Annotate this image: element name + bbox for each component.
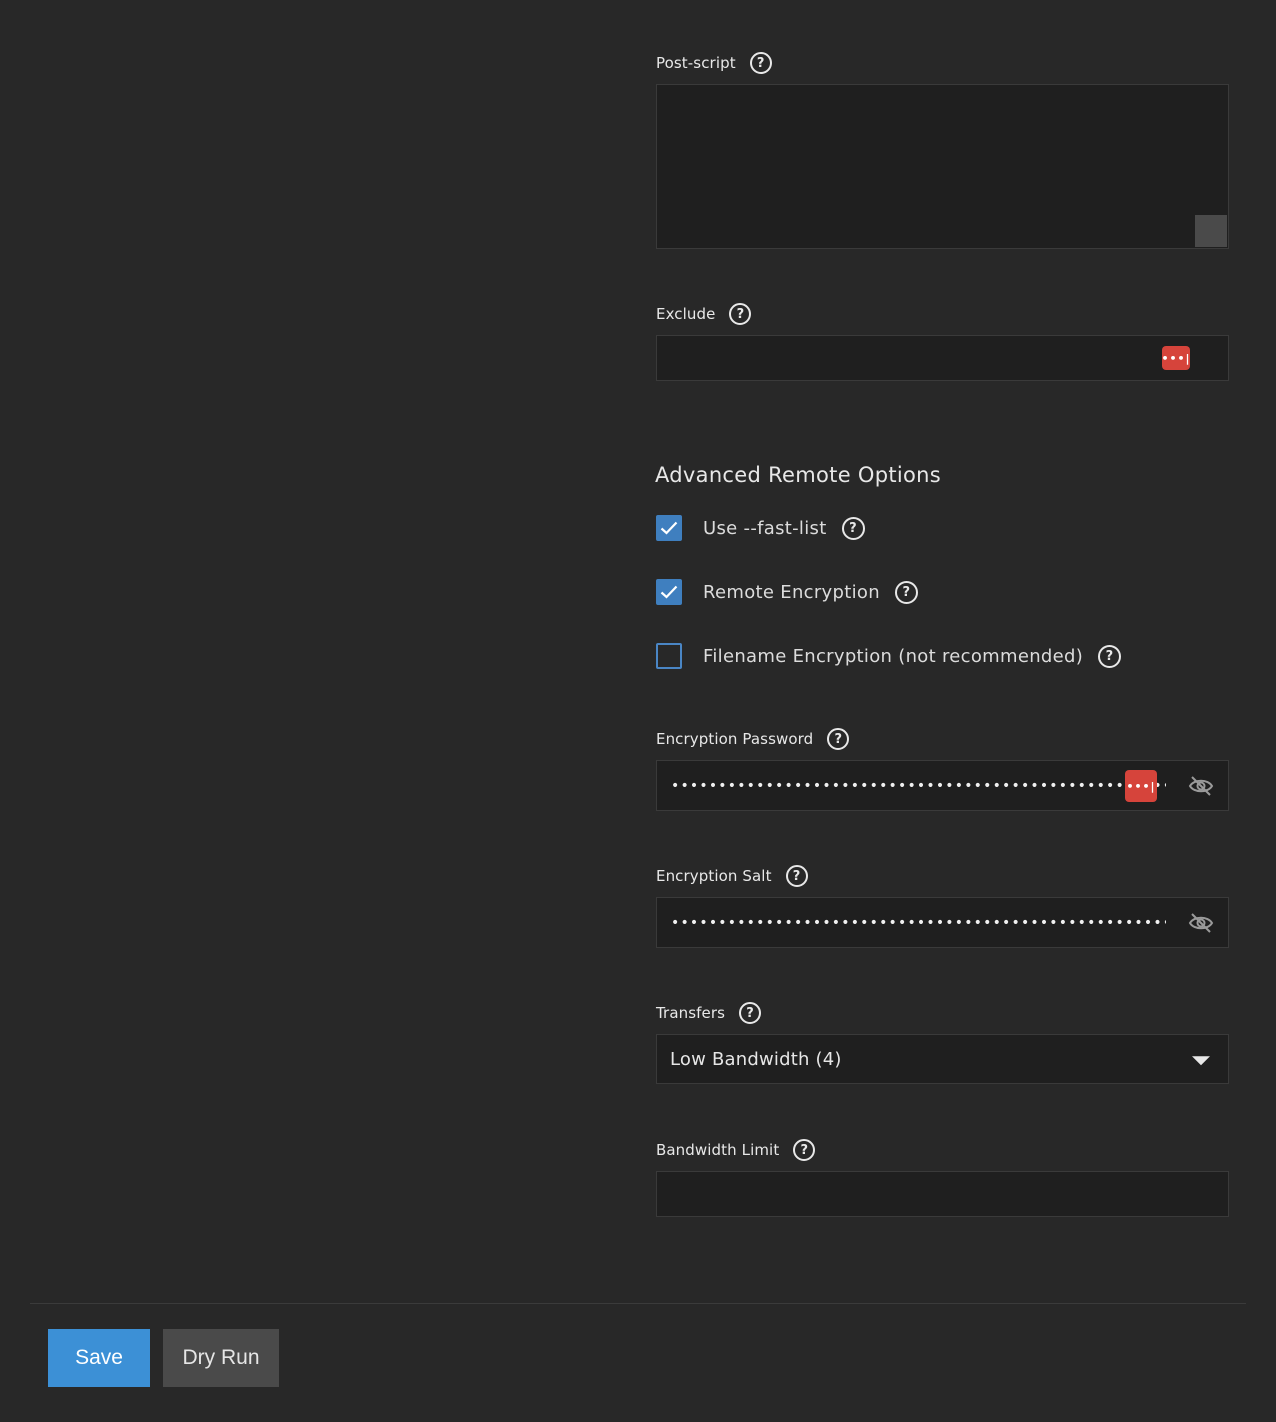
help-icon[interactable]: ? xyxy=(827,728,850,750)
encryption-salt-input[interactable]: ••••••••••••••••••••••••••••••••••••••••… xyxy=(656,897,1229,948)
exclude-input[interactable]: •••| xyxy=(656,335,1229,381)
transfers-selected-value: Low Bandwidth (4) xyxy=(670,1048,842,1070)
post-script-textarea[interactable] xyxy=(656,84,1229,249)
section-title: Advanced Remote Options xyxy=(655,463,942,487)
help-icon[interactable]: ? xyxy=(894,580,918,604)
eye-off-icon[interactable] xyxy=(1188,775,1214,797)
help-icon[interactable]: ? xyxy=(785,865,808,887)
encryption-password-input[interactable]: ••••••••••••••••••••••••••••••••••••••••… xyxy=(656,760,1229,811)
help-icon[interactable]: ? xyxy=(739,1002,762,1024)
exclude-field: Exclude ? •••| xyxy=(656,302,1229,381)
password-manager-icon[interactable]: •••| xyxy=(1125,770,1157,802)
check-icon xyxy=(660,521,678,535)
cloud-sync-task-form: Post-script ? Exclude ? •••| Advanced Re… xyxy=(0,0,1276,1422)
remote-encryption-checkbox[interactable] xyxy=(656,579,682,605)
post-script-field: Post-script ? xyxy=(656,51,1229,249)
encryption-password-field: Encryption Password ? ••••••••••••••••••… xyxy=(656,727,1229,811)
eye-off-icon[interactable] xyxy=(1188,912,1214,934)
bandwidth-limit-label: Bandwidth Limit xyxy=(656,1141,780,1159)
encryption-salt-label: Encryption Salt xyxy=(656,867,772,885)
remote-encryption-option[interactable]: Remote Encryption ? xyxy=(656,578,918,606)
filename-encryption-checkbox[interactable] xyxy=(656,643,682,669)
filename-encryption-label: Filename Encryption (not recommended) xyxy=(703,645,1084,667)
remote-encryption-label: Remote Encryption xyxy=(703,581,880,603)
encryption-password-label: Encryption Password xyxy=(656,730,814,748)
encryption-salt-field: Encryption Salt ? ••••••••••••••••••••••… xyxy=(656,864,1229,948)
check-icon xyxy=(660,585,678,599)
fast-list-checkbox[interactable] xyxy=(656,515,682,541)
transfers-select[interactable]: Low Bandwidth (4) xyxy=(656,1034,1229,1084)
bandwidth-limit-field: Bandwidth Limit ? xyxy=(656,1138,1229,1217)
footer-divider xyxy=(30,1303,1246,1304)
password-manager-icon[interactable]: •••| xyxy=(1161,346,1190,370)
caret-down-icon xyxy=(1192,1056,1210,1066)
fast-list-option[interactable]: Use --fast-list ? xyxy=(656,514,865,542)
bandwidth-limit-input[interactable] xyxy=(656,1171,1229,1217)
filename-encryption-option[interactable]: Filename Encryption (not recommended) ? xyxy=(656,642,1122,670)
salt-masked-value: ••••••••••••••••••••••••••••••••••••••••… xyxy=(671,914,1166,931)
help-icon[interactable]: ? xyxy=(841,516,865,540)
password-masked-value: ••••••••••••••••••••••••••••••••••••••••… xyxy=(671,777,1166,794)
transfers-label: Transfers xyxy=(656,1004,726,1022)
post-script-label: Post-script xyxy=(656,54,736,72)
save-button[interactable]: Save xyxy=(48,1329,150,1387)
help-icon[interactable]: ? xyxy=(749,52,772,74)
help-icon[interactable]: ? xyxy=(793,1139,816,1161)
help-icon[interactable]: ? xyxy=(729,303,752,325)
help-icon[interactable]: ? xyxy=(1098,644,1122,668)
exclude-label: Exclude xyxy=(656,305,716,323)
dry-run-button[interactable]: Dry Run xyxy=(163,1329,279,1387)
resize-handle[interactable] xyxy=(1195,215,1227,247)
fast-list-label: Use --fast-list xyxy=(703,517,827,539)
transfers-field: Transfers ? Low Bandwidth (4) xyxy=(656,1001,1229,1084)
